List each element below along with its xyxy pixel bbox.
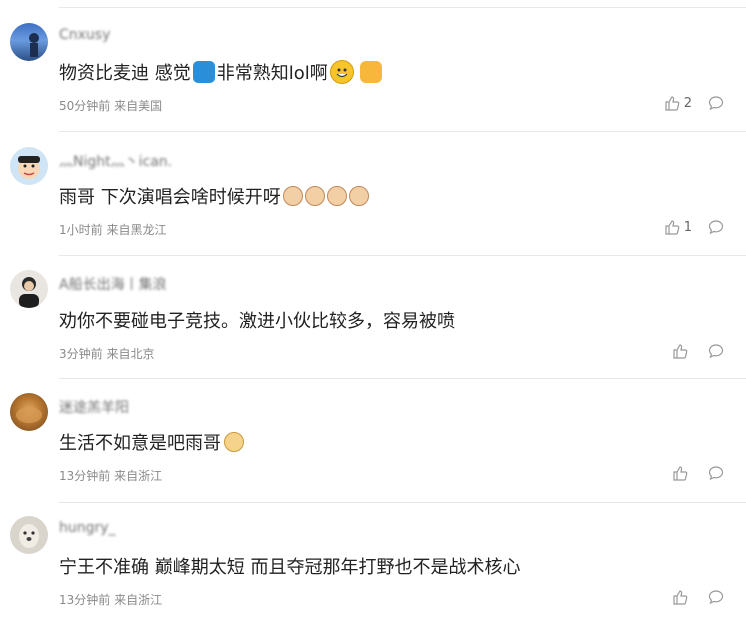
- like-button[interactable]: [672, 465, 692, 481]
- comment-item: hungry_ 宁王不准确 巅峰期太短 而且夺冠那年打野也不是战术核心 13分钟…: [0, 503, 746, 626]
- comment-item: 迷途羔羊阳 生活不如意是吧雨哥 13分钟前 来自浙江: [0, 379, 746, 502]
- ok-hand-emoji: [192, 61, 215, 83]
- comment-bubble-icon: [708, 466, 724, 481]
- comment-bubble-icon: [708, 344, 724, 359]
- reply-button[interactable]: [708, 589, 724, 605]
- reply-button[interactable]: [708, 219, 724, 235]
- comment-bubble-icon: [708, 96, 724, 111]
- comment-item: 灬Night灬丶ican. 雨哥 下次演唱会啥时候开呀 1小时前 来自黑龙江 1: [0, 132, 746, 255]
- avatar[interactable]: [10, 393, 48, 431]
- thumbs-up-icon: [673, 344, 688, 359]
- like-count: 2: [683, 95, 692, 111]
- avatar[interactable]: [10, 23, 48, 61]
- comment-text-part: 宁王不准确 巅峰期太短 而且夺冠那年打野也不是战术核心: [59, 557, 521, 578]
- comment-text: 宁王不准确 巅峰期太短 而且夺冠那年打野也不是战术核心: [59, 553, 520, 579]
- avatar[interactable]: [10, 147, 48, 185]
- comment-text: 雨哥 下次演唱会啥时候开呀: [59, 183, 369, 209]
- comment-meta: 50分钟前 来自美国: [59, 99, 163, 113]
- avatar-image: [18, 156, 40, 179]
- thumbs-up-icon: [665, 96, 680, 111]
- comment-meta: 13分钟前 来自浙江: [59, 593, 163, 607]
- reply-button[interactable]: [708, 465, 724, 481]
- cat-face-emoji: [282, 186, 303, 206]
- comment-item: Cnxusy 物资比麦迪 感觉 非常熟知lol啊 50分钟前 来自美国 2: [0, 8, 746, 131]
- wave-emoji: [359, 61, 382, 83]
- cat-face-emoji: [326, 186, 347, 206]
- comment-meta: 1小时前 来自黑龙江: [59, 223, 167, 237]
- avatar-image: [19, 524, 39, 548]
- username[interactable]: 迷途羔羊阳: [59, 397, 129, 417]
- thumbs-up-icon: [673, 590, 688, 605]
- avatar[interactable]: [10, 270, 48, 308]
- grin-emoji: [329, 60, 354, 84]
- comment-text-part: 劝你不要碰电子竞技。激进小伙比较多，容易被喷: [59, 311, 455, 332]
- comment-meta: 3分钟前 来自北京: [59, 347, 155, 361]
- username[interactable]: A船长出海丨集浪: [59, 274, 167, 294]
- comment-text-part: 生活不如意是吧雨哥: [59, 433, 221, 454]
- username[interactable]: Cnxusy: [59, 27, 110, 43]
- reply-button[interactable]: [708, 95, 724, 111]
- comment-text-part: 雨哥 下次演唱会啥时候开呀: [59, 187, 281, 208]
- username[interactable]: 灬Night灬丶ican.: [59, 151, 172, 171]
- comment-meta: 13分钟前 来自浙江: [59, 469, 163, 483]
- avatar-image: [19, 277, 39, 308]
- comment-bubble-icon: [708, 590, 724, 605]
- comment-item: A船长出海丨集浪 劝你不要碰电子竞技。激进小伙比较多，容易被喷 3分钟前 来自北…: [0, 256, 746, 379]
- avatar-image: [29, 33, 39, 57]
- reply-button[interactable]: [708, 343, 724, 359]
- comment-text-part: 非常熟知lol啊: [216, 63, 328, 84]
- comment-bubble-icon: [708, 220, 724, 235]
- like-count: 1: [683, 219, 692, 235]
- avatar[interactable]: [10, 516, 48, 554]
- cat-face-emoji: [348, 186, 369, 206]
- like-button[interactable]: [672, 343, 692, 359]
- cat-face-emoji: [304, 186, 325, 206]
- comment-text: 物资比麦迪 感觉 非常熟知lol啊: [59, 59, 382, 85]
- doge-emoji: [224, 432, 244, 452]
- avatar-image: [16, 407, 42, 423]
- like-button[interactable]: 1: [664, 219, 692, 235]
- comment-text: 劝你不要碰电子竞技。激进小伙比较多，容易被喷: [59, 307, 455, 333]
- like-button[interactable]: [672, 589, 692, 605]
- comment-text-part: 物资比麦迪 感觉: [59, 63, 191, 84]
- thumbs-up-icon: [673, 466, 688, 481]
- thumbs-up-icon: [665, 220, 680, 235]
- comment-list: Cnxusy 物资比麦迪 感觉 非常熟知lol啊 50分钟前 来自美国 2 灬N…: [0, 0, 746, 620]
- comment-text: 生活不如意是吧雨哥: [59, 429, 244, 455]
- username[interactable]: hungry_: [59, 520, 116, 536]
- like-button[interactable]: 2: [664, 95, 692, 111]
